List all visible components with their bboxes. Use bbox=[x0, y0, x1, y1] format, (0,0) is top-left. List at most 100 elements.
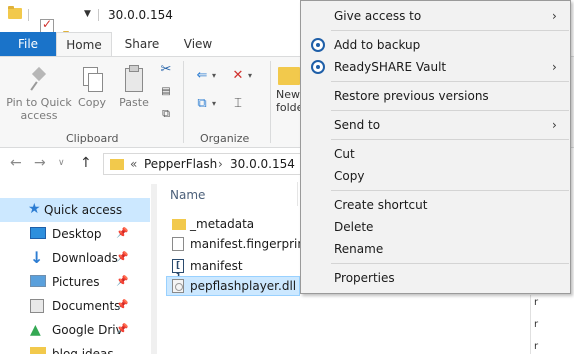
folder-icon[interactable] bbox=[8, 6, 22, 19]
menu-item-give-access[interactable]: Give access to › bbox=[302, 5, 570, 27]
nav-item-desktop[interactable]: Desktop 📌 bbox=[0, 222, 150, 246]
copy-to-chevron-icon[interactable]: ▾ bbox=[212, 99, 216, 108]
tab-view[interactable]: View bbox=[172, 32, 224, 56]
details-column-edge: r r r bbox=[530, 295, 544, 354]
properties-check-icon[interactable] bbox=[40, 17, 54, 33]
folder-icon bbox=[30, 347, 46, 354]
copy-button[interactable]: Copy bbox=[74, 67, 110, 109]
menu-item-create-shortcut[interactable]: Create shortcut bbox=[302, 194, 570, 216]
file-row-pepflashplayer[interactable]: pepflashplayer.dll bbox=[166, 276, 300, 296]
pin-to-quick-access-button[interactable]: Pin to Quick access bbox=[4, 67, 74, 122]
customize-quick-access-chevron-icon[interactable]: ▼ bbox=[84, 9, 91, 19]
menu-label: Create shortcut bbox=[334, 198, 428, 212]
json-file-icon: [ ] bbox=[172, 259, 184, 283]
pin-icon[interactable]: 📌 bbox=[116, 294, 128, 318]
menu-item-readyshare-vault[interactable]: ReadySHARE Vault › bbox=[302, 56, 570, 78]
pin-icon[interactable]: 📌 bbox=[116, 318, 128, 342]
pin-icon[interactable]: 📌 bbox=[116, 222, 128, 246]
recent-locations-chevron-icon[interactable]: ∨ bbox=[58, 158, 65, 168]
google-drive-icon: ▲ bbox=[30, 322, 41, 338]
delete-chevron-icon[interactable]: ▾ bbox=[248, 71, 252, 80]
menu-item-delete[interactable]: Delete bbox=[302, 216, 570, 238]
nav-item-quick-access[interactable]: ★ Quick access bbox=[0, 198, 150, 222]
pin-label-line1: Pin to Quick bbox=[6, 96, 72, 109]
tab-home[interactable]: Home bbox=[56, 32, 112, 56]
nav-item-pictures[interactable]: Pictures 📌 bbox=[0, 270, 150, 294]
file-row-metadata[interactable]: _metadata bbox=[166, 214, 300, 234]
menu-divider bbox=[331, 139, 569, 140]
clipboard-group-label: Clipboard bbox=[66, 132, 119, 145]
navigation-scrollbar[interactable] bbox=[151, 184, 157, 354]
menu-item-rename[interactable]: Rename bbox=[302, 238, 570, 260]
nav-item-google-drive[interactable]: ▲ Google Driv 📌 bbox=[0, 318, 150, 342]
desktop-icon bbox=[30, 227, 46, 239]
star-icon: ★ bbox=[28, 201, 41, 217]
menu-item-restore-previous-versions[interactable]: Restore previous versions bbox=[302, 85, 570, 107]
pin-icon[interactable]: 📌 bbox=[116, 246, 128, 270]
menu-item-copy[interactable]: Copy bbox=[302, 165, 570, 187]
nav-label: Desktop bbox=[52, 227, 102, 241]
paste-icon bbox=[123, 65, 145, 93]
backup-icon bbox=[311, 60, 325, 74]
file-name: _metadata bbox=[190, 217, 255, 231]
file-icon bbox=[172, 237, 184, 251]
cut-icon[interactable]: ✂ bbox=[158, 63, 174, 77]
file-row-manifest-fingerprint[interactable]: manifest.fingerprint bbox=[166, 234, 310, 254]
context-menu: Give access to › Add to backup ReadySHAR… bbox=[300, 0, 571, 294]
copy-icon bbox=[81, 67, 103, 93]
up-arrow-icon[interactable]: ↑ bbox=[80, 155, 92, 171]
menu-label: Send to bbox=[334, 118, 381, 132]
breadcrumb-overflow[interactable]: « bbox=[130, 157, 137, 171]
paste-label: Paste bbox=[119, 96, 149, 109]
nav-label: Pictures bbox=[52, 275, 100, 289]
delete-icon[interactable]: ✕ bbox=[230, 69, 246, 83]
breadcrumb-version[interactable]: 30.0.0.154 bbox=[230, 157, 295, 171]
group-divider bbox=[270, 61, 271, 143]
nav-item-documents[interactable]: Documents 📌 bbox=[0, 294, 150, 318]
copy-label: Copy bbox=[78, 96, 106, 109]
menu-divider bbox=[331, 190, 569, 191]
pin-icon[interactable]: 📌 bbox=[116, 270, 128, 294]
backup-icon bbox=[311, 38, 325, 52]
pin-icon bbox=[29, 67, 49, 93]
column-header-name[interactable]: Name bbox=[170, 188, 205, 202]
paste-button[interactable]: Paste bbox=[116, 65, 152, 109]
menu-item-add-to-backup[interactable]: Add to backup bbox=[302, 34, 570, 56]
menu-item-properties[interactable]: Properties bbox=[302, 267, 570, 289]
nav-item-blog-ideas[interactable]: blog ideas bbox=[0, 342, 150, 354]
copy-path-icon[interactable]: ▤ bbox=[158, 85, 174, 99]
nav-label: blog ideas bbox=[52, 347, 114, 354]
nav-item-downloads[interactable]: ↓ Downloads 📌 bbox=[0, 246, 150, 270]
submenu-chevron-icon: › bbox=[552, 9, 557, 23]
menu-item-send-to[interactable]: Send to › bbox=[302, 114, 570, 136]
divider bbox=[98, 9, 99, 21]
file-row-manifest[interactable]: [ ] manifest bbox=[166, 256, 300, 283]
divider bbox=[28, 9, 29, 21]
group-divider bbox=[183, 61, 184, 143]
nav-label: Google Driv bbox=[52, 323, 123, 337]
breadcrumb-separator[interactable]: › bbox=[218, 157, 223, 171]
menu-label: Copy bbox=[334, 169, 365, 183]
tab-file[interactable]: File bbox=[0, 32, 56, 56]
back-arrow-icon[interactable]: ← bbox=[10, 155, 22, 171]
nav-label: Quick access bbox=[44, 203, 123, 217]
submenu-chevron-icon: › bbox=[552, 60, 557, 74]
folder-icon bbox=[172, 219, 186, 230]
folder-icon bbox=[110, 159, 124, 170]
menu-label: Restore previous versions bbox=[334, 89, 489, 103]
copy-to-icon[interactable]: ⧉ bbox=[194, 97, 210, 111]
column-divider[interactable] bbox=[297, 182, 298, 206]
menu-item-cut[interactable]: Cut bbox=[302, 143, 570, 165]
dll-file-icon bbox=[172, 279, 184, 293]
forward-arrow-icon[interactable]: → bbox=[34, 155, 46, 171]
move-to-chevron-icon[interactable]: ▾ bbox=[212, 71, 216, 80]
menu-label: ReadySHARE Vault bbox=[334, 60, 447, 74]
menu-label: Rename bbox=[334, 242, 384, 256]
organize-group-label: Organize bbox=[200, 132, 250, 145]
tab-share[interactable]: Share bbox=[116, 32, 168, 56]
paste-shortcut-icon[interactable]: ⧉ bbox=[158, 107, 174, 121]
rename-icon[interactable]: ⌶ bbox=[230, 97, 246, 111]
address-bar[interactable]: « PepperFlash › 30.0.0.154 bbox=[103, 153, 303, 175]
breadcrumb-pepperflash[interactable]: PepperFlash bbox=[144, 157, 217, 171]
move-to-icon[interactable]: ⇐ bbox=[194, 69, 210, 83]
